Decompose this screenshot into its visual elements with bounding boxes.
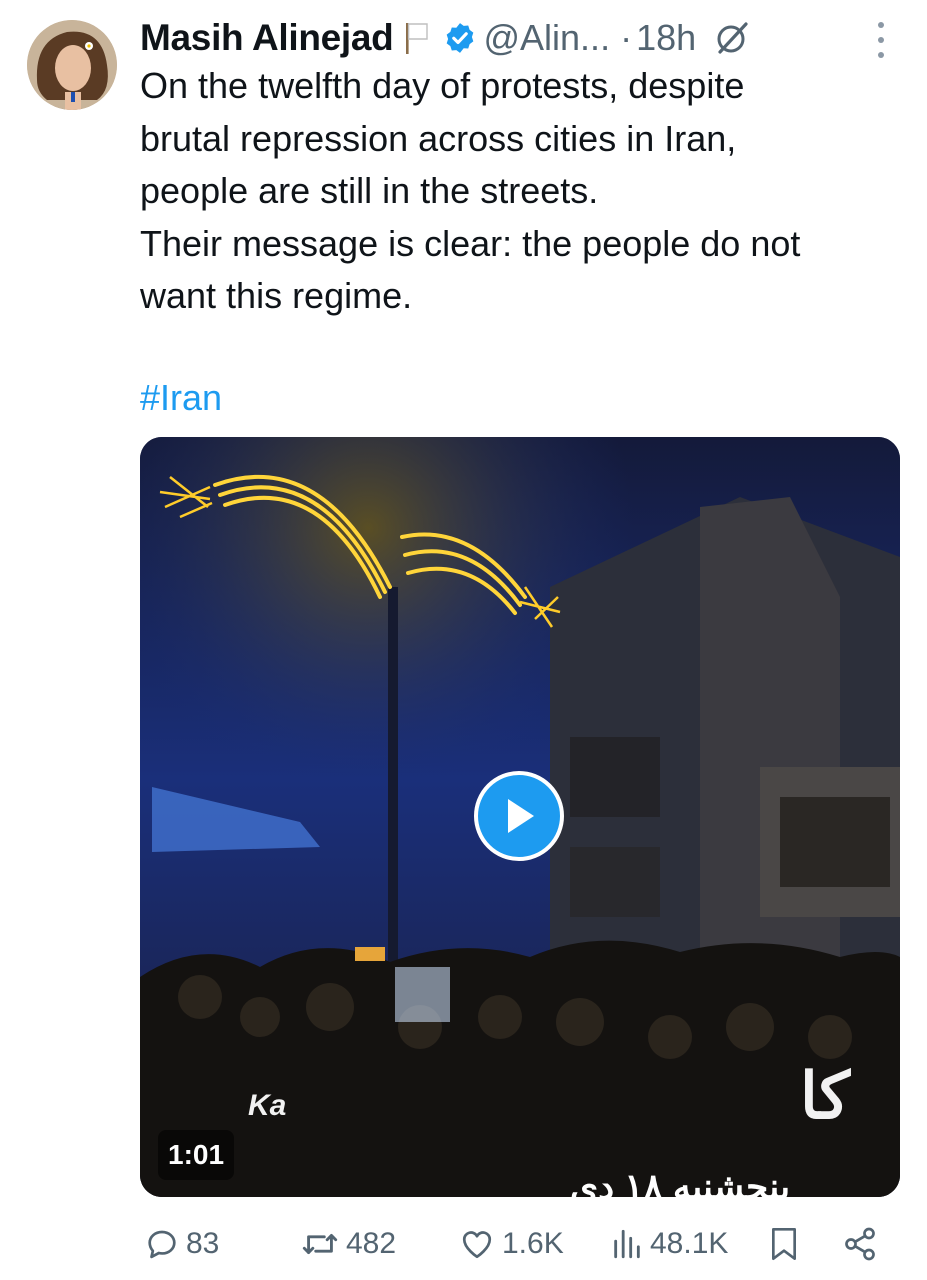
video-watermark-left: Ka — [248, 1089, 287, 1122]
tweet-action-bar: 83 482 1.6K 48.1K — [0, 1212, 927, 1276]
grok-icon[interactable] — [714, 20, 750, 56]
verified-badge-icon[interactable] — [443, 21, 477, 55]
video-duration: 1:01 — [158, 1130, 235, 1180]
reply-icon — [148, 1230, 176, 1259]
repost-count: 482 — [346, 1227, 397, 1260]
video-caption: پنجشنبه ۱۸ دی — [570, 1166, 791, 1198]
bookmark-button[interactable] — [768, 1212, 800, 1276]
play-button[interactable] — [474, 771, 564, 861]
separator-dot: · — [620, 17, 633, 58]
author-avatar[interactable] — [27, 20, 117, 110]
video-watermark-right: کا — [800, 1060, 850, 1132]
reply-count: 83 — [186, 1227, 220, 1260]
author-handle[interactable]: @Alin... — [483, 17, 610, 59]
like-icon — [462, 1231, 492, 1259]
views-count: 48.1K — [650, 1227, 729, 1260]
like-count: 1.6K — [502, 1227, 564, 1260]
avatar-image — [27, 20, 117, 110]
bookmark-icon — [772, 1228, 796, 1260]
author-name[interactable]: Masih Alinejad — [140, 17, 394, 59]
tweet-text: On the twelfth day of protests, despite … — [140, 65, 801, 316]
video-player[interactable]: Ka کا پنجشنبه ۱۸ دی 1:01 — [140, 437, 900, 1197]
share-button[interactable] — [842, 1212, 878, 1276]
repost-icon — [302, 1234, 338, 1254]
share-icon — [845, 1227, 875, 1261]
tweet-timestamp[interactable]: 18h — [636, 17, 696, 59]
play-icon — [508, 799, 534, 833]
repost-button[interactable]: 482 — [300, 1212, 396, 1276]
white-flag-icon — [403, 21, 429, 55]
views-button[interactable]: 48.1K — [610, 1212, 728, 1276]
like-button[interactable]: 1.6K — [458, 1212, 564, 1276]
more-options-icon[interactable] — [866, 22, 896, 58]
reply-button[interactable]: 83 — [144, 1212, 219, 1276]
views-icon — [614, 1229, 640, 1259]
tweet-header: Masih Alinejad @Alin... · 18h — [140, 14, 750, 62]
hashtag-link[interactable]: #Iran — [140, 372, 222, 424]
